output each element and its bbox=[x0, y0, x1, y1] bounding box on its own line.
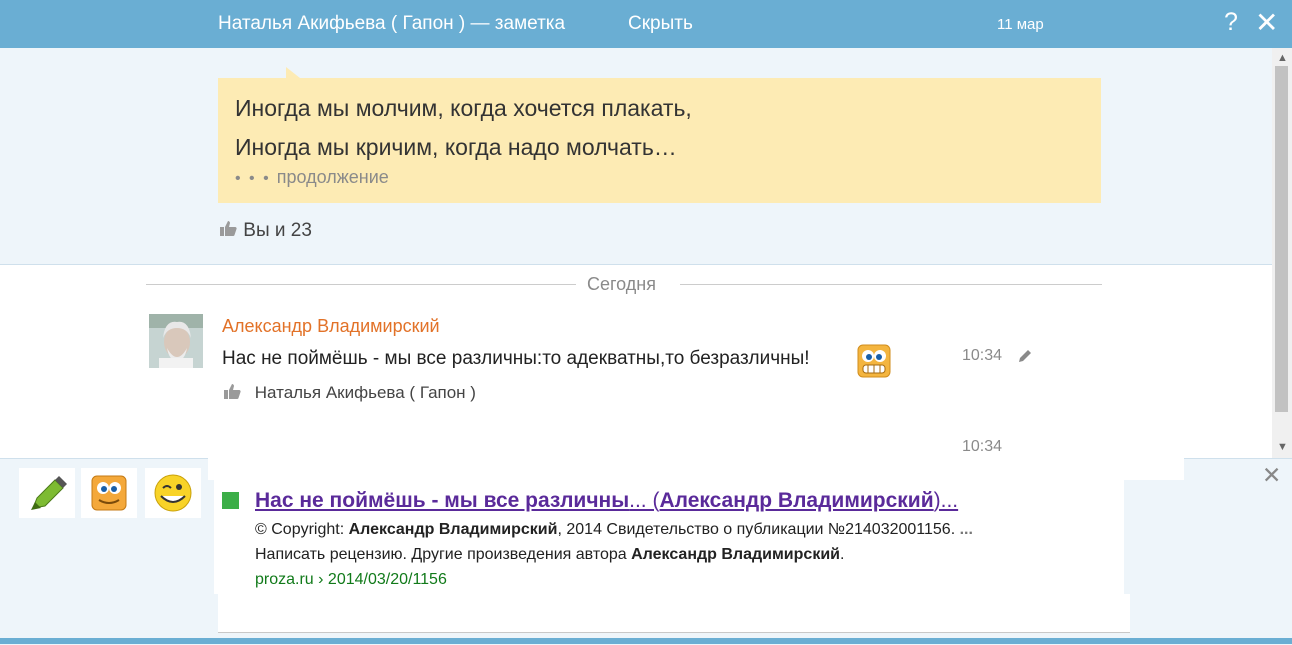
help-icon[interactable]: ? bbox=[1224, 8, 1238, 37]
snippet-text: , 2014 Свидетельство о публикации №21403… bbox=[557, 521, 960, 538]
date-separator: Сегодня bbox=[587, 274, 656, 294]
scroll-down-icon[interactable]: ▼ bbox=[1277, 441, 1288, 453]
result-title-part-2: ... ( bbox=[629, 489, 660, 512]
snippet-text: Написать рецензию. Другие произведения а… bbox=[255, 546, 632, 563]
close-icon[interactable]: ✕ bbox=[1255, 6, 1278, 39]
read-more-link[interactable]: • • • продолжение bbox=[235, 167, 389, 188]
marker-button[interactable] bbox=[19, 468, 75, 518]
result-title-part-3: Александр Владимирский bbox=[659, 489, 934, 512]
read-more-label: продолжение bbox=[276, 167, 389, 187]
pencil-icon[interactable] bbox=[1016, 347, 1034, 370]
note-line-2: Иногда мы кричим, когда надо молчать… bbox=[235, 134, 677, 160]
page-title[interactable]: Наталья Акифьева ( Гапон ) — заметка bbox=[218, 13, 565, 35]
hide-link[interactable]: Скрыть bbox=[628, 13, 693, 35]
snippet-author: Александр Владимирский bbox=[631, 546, 840, 563]
comment-liked-by: Наталья Акифьева ( Гапон ) bbox=[254, 382, 476, 402]
scrollbar-thumb[interactable] bbox=[1275, 66, 1288, 412]
snippet-author: Александр Владимирский bbox=[348, 521, 558, 538]
note-line-1: Иногда мы молчим, когда хочется плакать, bbox=[235, 95, 692, 121]
top-bar: Наталья Акифьева ( Гапон ) — заметка Скр… bbox=[0, 0, 1292, 48]
result-title-link[interactable]: Нас не поймёшь - мы все различны... (Але… bbox=[255, 489, 958, 513]
result-url[interactable]: proza.ru › 2014/03/20/1156 bbox=[255, 571, 447, 589]
comment-author[interactable]: Александр Владимирский bbox=[222, 316, 440, 337]
result-title-part-4: )... bbox=[933, 489, 959, 512]
snippet-text: . bbox=[840, 546, 845, 563]
emoji-button[interactable] bbox=[145, 468, 201, 518]
comment-text: Нас не поймёшь - мы все различны:то адек… bbox=[222, 348, 810, 369]
note-date: 11 мар bbox=[997, 16, 1044, 33]
result-popup-top bbox=[208, 458, 1184, 480]
scrollbar[interactable]: ▲ ▼ bbox=[1272, 48, 1292, 458]
result-favicon bbox=[222, 492, 239, 509]
close-icon[interactable]: ✕ bbox=[1262, 462, 1281, 489]
snippet-ellipsis: ... bbox=[959, 521, 973, 538]
avatar[interactable] bbox=[149, 314, 203, 368]
divider-right bbox=[680, 284, 1102, 285]
more-dots: • • • bbox=[235, 170, 271, 187]
smiley-picker-button[interactable] bbox=[81, 468, 137, 518]
note-likes[interactable]: Вы и 23 bbox=[218, 218, 312, 244]
result-snippet-line-1: © Copyright: Александр Владимирский, 201… bbox=[255, 521, 973, 539]
result-title-part-1: Нас не поймёшь - мы все различны bbox=[255, 489, 630, 512]
comment-likes[interactable]: Наталья Акифьева ( Гапон ) bbox=[222, 381, 476, 406]
note-arrow bbox=[286, 67, 300, 78]
thumbs-up-icon[interactable] bbox=[222, 381, 242, 406]
comment-time: 10:34 bbox=[962, 347, 1003, 364]
wink-icon bbox=[154, 474, 192, 512]
smiley-icon bbox=[91, 475, 127, 511]
likes-count: Вы и 23 bbox=[243, 220, 312, 242]
bottom-border bbox=[0, 638, 1292, 644]
result-popup-footer bbox=[218, 594, 1130, 633]
snippet-text: © Copyright: bbox=[255, 521, 349, 538]
thumbs-up-icon[interactable] bbox=[218, 218, 238, 244]
note-card: Иногда мы молчим, когда хочется плакать,… bbox=[218, 78, 1101, 203]
result-snippet-line-2: Написать рецензию. Другие произведения а… bbox=[255, 546, 844, 564]
grin-smiley-icon bbox=[857, 344, 891, 378]
divider-left bbox=[146, 284, 576, 285]
comment-time-2: 10:34 bbox=[962, 438, 1003, 455]
scroll-up-icon[interactable]: ▲ bbox=[1277, 52, 1288, 64]
marker-icon bbox=[31, 476, 67, 510]
